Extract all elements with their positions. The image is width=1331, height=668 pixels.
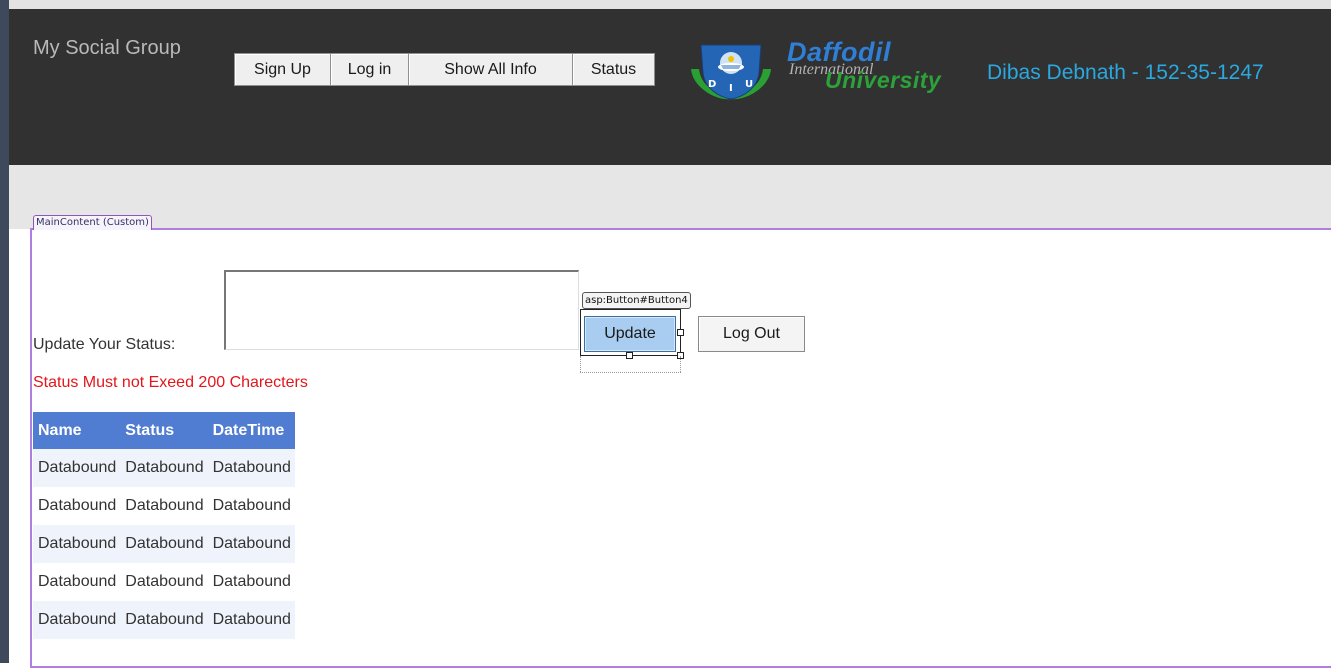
main-content-designer-tag: MainContent (Custom) xyxy=(33,215,152,230)
cell-datetime: Databound xyxy=(207,601,295,639)
update-button[interactable]: Update xyxy=(584,316,676,352)
cell-datetime: Databound xyxy=(207,525,295,563)
seal-letter-d: D xyxy=(708,79,716,90)
table-row: Databound Databound Databound xyxy=(33,601,295,639)
table-row: Databound Databound Databound xyxy=(33,487,295,525)
cell-status: Databound xyxy=(120,525,208,563)
resize-handle-right[interactable] xyxy=(677,329,684,336)
logo-word-university: University xyxy=(825,67,942,93)
cell-status: Databound xyxy=(120,449,208,487)
cell-name: Databound xyxy=(33,601,121,639)
cell-name: Databound xyxy=(33,487,121,525)
cell-name: Databound xyxy=(33,449,121,487)
column-header-datetime[interactable]: DateTime xyxy=(207,412,295,449)
cell-status: Databound xyxy=(120,487,208,525)
column-header-status[interactable]: Status xyxy=(120,412,208,449)
site-header: My Social Group Sign Up Log in Show All … xyxy=(9,9,1331,165)
university-logo: D I U Daffodil International University xyxy=(685,37,960,101)
designer-guide-left xyxy=(580,356,581,372)
window-top-strip xyxy=(9,0,1331,9)
cell-name: Databound xyxy=(33,563,121,601)
resize-handle-bottom[interactable] xyxy=(626,352,633,359)
cell-datetime: Databound xyxy=(207,449,295,487)
show-all-info-button[interactable]: Show All Info xyxy=(408,53,573,86)
cell-name: Databound xyxy=(33,525,121,563)
table-row: Databound Databound Databound xyxy=(33,449,295,487)
cell-status: Databound xyxy=(120,563,208,601)
log-out-button[interactable]: Log Out xyxy=(698,316,805,352)
page-frame: My Social Group Sign Up Log in Show All … xyxy=(0,0,1331,668)
table-row: Databound Databound Databound xyxy=(33,525,295,563)
university-seal-icon: D I U xyxy=(691,44,771,100)
update-status-label: Update Your Status: xyxy=(33,336,176,353)
cell-status: Databound xyxy=(120,601,208,639)
seal-letter-i: I xyxy=(729,83,733,94)
status-textarea[interactable] xyxy=(224,270,579,350)
designer-guide-horizontal xyxy=(580,372,681,373)
status-grid: Name Status DateTime Databound Databound… xyxy=(33,412,295,639)
author-info: Dibas Debnath - 152-35-1247 xyxy=(987,61,1264,84)
window-left-border xyxy=(0,0,9,663)
grid-header-row: Name Status DateTime xyxy=(33,412,295,449)
cell-datetime: Databound xyxy=(207,487,295,525)
designer-guide-right xyxy=(680,356,681,372)
log-in-button[interactable]: Log in xyxy=(330,53,409,86)
column-header-name[interactable]: Name xyxy=(33,412,121,449)
header-spacer-band xyxy=(9,165,1331,229)
site-title: My Social Group xyxy=(33,37,181,59)
sign-up-button[interactable]: Sign Up xyxy=(234,53,331,86)
status-length-validator: Status Must not Exeed 200 Charecters xyxy=(33,374,308,391)
seal-letter-u: U xyxy=(745,79,753,90)
cell-datetime: Databound xyxy=(207,563,295,601)
status-button[interactable]: Status xyxy=(572,53,655,86)
table-row: Databound Databound Databound xyxy=(33,563,295,601)
button-designer-tag: asp:Button#Button4 xyxy=(582,292,691,309)
